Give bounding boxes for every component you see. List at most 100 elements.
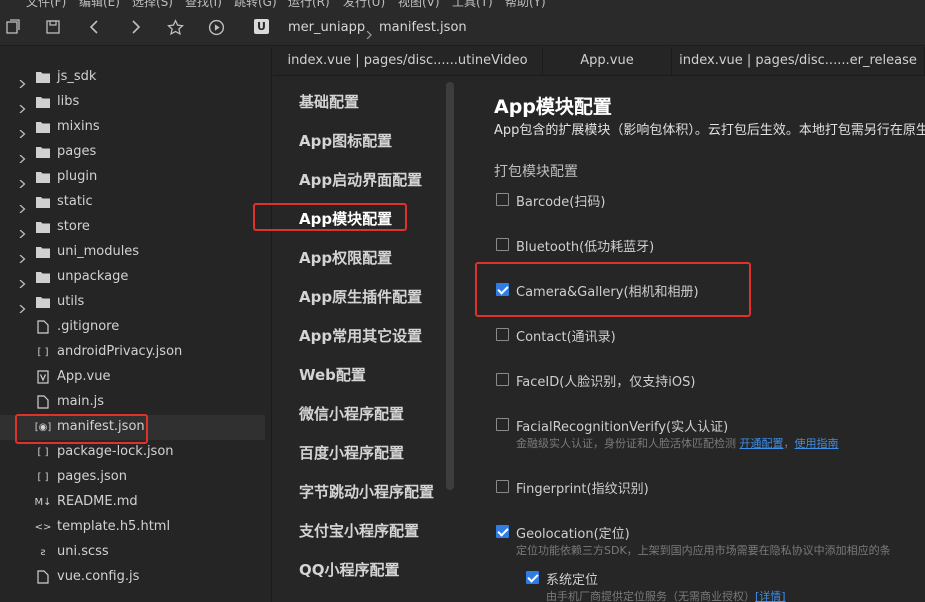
tree-folder[interactable]: mixins xyxy=(0,115,265,140)
chevron-right-icon[interactable] xyxy=(19,73,27,89)
tree-file[interactable]: .gitignore xyxy=(0,315,265,340)
nav-app-module-config[interactable]: App模块配置 xyxy=(299,208,392,229)
tree-file[interactable]: ꙅ uni.scss xyxy=(0,540,265,565)
tree-file[interactable]: <> template.h5.html xyxy=(0,515,265,540)
tab-index-vue-release[interactable]: index.vue | pages/disc......er_release xyxy=(672,47,925,76)
tree-item-label: unpackage xyxy=(57,269,129,284)
tree-file[interactable]: M↓ README.md xyxy=(0,490,265,515)
nav-alipay-mp-config[interactable]: 支付宝小程序配置 xyxy=(299,520,419,541)
tab-index-vue-routine[interactable]: index.vue | pages/disc......utineVideo xyxy=(273,47,543,76)
bluetooth-checkbox[interactable] xyxy=(496,238,509,251)
tree-file[interactable]: [ ] androidPrivacy.json xyxy=(0,340,265,365)
run-icon[interactable] xyxy=(207,18,225,36)
contact-checkbox[interactable] xyxy=(496,328,509,341)
nav-web-config[interactable]: Web配置 xyxy=(299,364,366,385)
tree-item-label: pages.json xyxy=(57,469,127,484)
nav-qq-mp-config[interactable]: QQ小程序配置 xyxy=(299,559,400,580)
tree-folder[interactable]: js_sdk xyxy=(0,65,265,90)
folder-icon xyxy=(36,270,50,284)
system-location-hint: 由手机厂商提供定位服务（无需商业授权）[详情] xyxy=(546,588,786,602)
chevron-right-icon[interactable] xyxy=(19,98,27,114)
tree-file[interactable]: [◉] manifest.json xyxy=(0,415,265,440)
nav-app-native-plugin-config[interactable]: App原生插件配置 xyxy=(299,286,422,307)
tree-file[interactable]: vue.config.js xyxy=(0,565,265,590)
tree-folder[interactable]: pages xyxy=(0,140,265,165)
tree-file[interactable]: [ ] pages.json xyxy=(0,465,265,490)
nav-scrollbar[interactable] xyxy=(446,82,454,490)
tree-item-label: static xyxy=(57,194,93,209)
facial-recognition-checkbox[interactable] xyxy=(496,418,509,431)
tree-item-label: package-lock.json xyxy=(57,444,174,459)
system-location-checkbox[interactable] xyxy=(526,571,539,584)
fingerprint-checkbox[interactable] xyxy=(496,480,509,493)
chevron-right-icon[interactable] xyxy=(19,298,27,314)
menu-find[interactable]: 查找(I) xyxy=(185,0,222,10)
nav-app-splash-config[interactable]: App启动界面配置 xyxy=(299,169,422,190)
chevron-right-icon[interactable] xyxy=(19,248,27,264)
folder-icon xyxy=(36,220,50,234)
chevron-right-icon[interactable] xyxy=(19,123,27,139)
folder-icon xyxy=(36,295,50,309)
geolocation-checkbox[interactable] xyxy=(496,525,509,538)
js-icon xyxy=(36,570,50,584)
nav-baidu-mp-config[interactable]: 百度小程序配置 xyxy=(299,442,404,463)
menu-goto[interactable]: 跳转(G) xyxy=(234,0,277,10)
menu-select[interactable]: 选择(S) xyxy=(132,0,173,10)
nav-app-icon-config[interactable]: App图标配置 xyxy=(299,130,392,151)
menu-publish[interactable]: 发行(U) xyxy=(343,0,385,10)
tree-folder[interactable]: libs xyxy=(0,90,265,115)
back-icon[interactable] xyxy=(86,18,104,36)
tree-file[interactable]: main.js xyxy=(0,390,265,415)
chevron-right-icon[interactable] xyxy=(19,173,27,189)
menu-tools[interactable]: 工具(T) xyxy=(452,0,493,10)
enable-config-link[interactable]: 开通配置 xyxy=(740,437,784,450)
menu-edit[interactable]: 编辑(E) xyxy=(79,0,120,10)
tree-item-label: uni_modules xyxy=(57,244,140,259)
chevron-right-icon[interactable] xyxy=(19,148,27,164)
save-icon[interactable] xyxy=(44,18,62,36)
json-icon: [ ] xyxy=(37,446,49,458)
nav-weixin-mp-config[interactable]: 微信小程序配置 xyxy=(299,403,404,424)
option-label: Contact(通讯录) xyxy=(516,330,616,345)
tree-file[interactable]: App.vue xyxy=(0,365,265,390)
chevron-right-icon[interactable] xyxy=(19,223,27,239)
menu-help[interactable]: 帮助(Y) xyxy=(505,0,546,10)
tree-file[interactable]: [ ] package-lock.json xyxy=(0,440,265,465)
details-link[interactable]: [详情] xyxy=(755,590,786,602)
tree-folder[interactable]: static xyxy=(0,190,265,215)
tab-label: index.vue | pages/disc......er_release xyxy=(679,53,917,68)
chevron-right-icon[interactable] xyxy=(19,198,27,214)
editor-tab-bar: index.vue | pages/disc......utineVideo A… xyxy=(273,47,925,76)
tree-item-label: template.h5.html xyxy=(57,519,171,534)
menu-view[interactable]: 视图(V) xyxy=(398,0,440,10)
tree-folder[interactable]: uni_modules xyxy=(0,240,265,265)
tree-folder[interactable]: unpackage xyxy=(0,265,265,290)
tree-folder[interactable]: store xyxy=(0,215,265,240)
nav-app-permission-config[interactable]: App权限配置 xyxy=(299,247,392,268)
option-label: Fingerprint(指纹识别) xyxy=(516,482,649,497)
chevron-right-icon[interactable] xyxy=(19,273,27,289)
tab-app-vue[interactable]: App.vue xyxy=(543,47,672,76)
breadcrumb-file[interactable]: manifest.json xyxy=(379,20,467,35)
project-explorer: js_sdk libs mixins pages plugin static store un… xyxy=(0,47,272,602)
menu-file[interactable]: 文件(F) xyxy=(26,0,66,10)
star-icon[interactable] xyxy=(166,18,184,36)
barcode-checkbox[interactable] xyxy=(496,193,509,206)
user-guide-link[interactable]: 使用指南 xyxy=(795,437,839,450)
geolocation-hint: 定位功能依赖三方SDK，上架到国内应用市场需要在隐私协议中添加相应的条 xyxy=(516,544,891,557)
forward-icon[interactable] xyxy=(126,18,144,36)
tree-folder[interactable]: plugin xyxy=(0,165,265,190)
breadcrumb-project[interactable]: mer_uniapp xyxy=(288,20,365,35)
menu-run[interactable]: 运行(R) xyxy=(288,0,330,10)
tree-item-label: plugin xyxy=(57,169,98,184)
nav-basic-config[interactable]: 基础配置 xyxy=(299,91,359,112)
option-label: Barcode(扫码) xyxy=(516,195,606,210)
tree-item-label: App.vue xyxy=(57,369,111,384)
tree-folder[interactable]: utils xyxy=(0,290,265,315)
new-file-icon[interactable] xyxy=(4,18,22,36)
tree-item-label: uni.scss xyxy=(57,544,109,559)
nav-app-other-settings[interactable]: App常用其它设置 xyxy=(299,325,422,346)
nav-toutiao-mp-config[interactable]: 字节跳动小程序配置 xyxy=(299,481,434,502)
faceid-checkbox[interactable] xyxy=(496,373,509,386)
camera-gallery-checkbox[interactable] xyxy=(496,283,509,296)
